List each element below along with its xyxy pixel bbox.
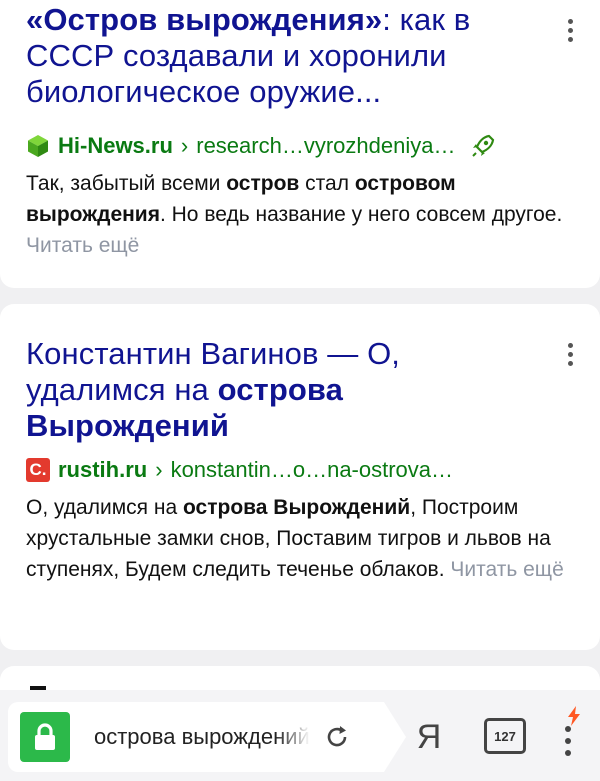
snippet-text: О, удалимся на	[26, 496, 183, 519]
snippet-text: Так, забытый всеми	[26, 172, 227, 195]
turbo-rocket-icon[interactable]	[469, 132, 497, 160]
browser-bottom-bar: острова вырождений Я 127	[0, 690, 600, 781]
result-1-site[interactable]: Hi-News.ru	[58, 133, 173, 159]
rustih-favicon-icon: C.	[26, 458, 50, 482]
tabs-count-button[interactable]: 127	[484, 718, 526, 754]
hi-news-favicon-icon	[28, 135, 48, 157]
result-2-path-sep: ›	[155, 457, 163, 482]
result-2-site[interactable]: rustih.ru	[58, 457, 147, 483]
snippet-text: стал	[299, 172, 355, 195]
result-2-snippet: О, удалимся на острова Вырождений, Постр…	[26, 492, 586, 585]
omnibox-query-text[interactable]: острова вырождений	[94, 724, 310, 750]
snippet-highlight: остров	[226, 172, 300, 195]
reload-icon[interactable]	[320, 720, 354, 754]
read-more-link[interactable]: Читать ещё	[450, 558, 563, 581]
result-2-source[interactable]: C. rustih.ru › konstantin…o…na-ostrova…	[26, 457, 556, 483]
result-1-more-icon[interactable]	[558, 14, 582, 46]
read-more-link[interactable]: Читать ещё	[26, 234, 139, 257]
result-title-1-bold[interactable]: «Остров вырождения»	[26, 2, 382, 37]
result-1-path-sep: ›	[180, 133, 189, 158]
result-2-path[interactable]: konstantin…o…na-ostrova…	[171, 457, 453, 483]
browser-menu-button[interactable]	[556, 706, 580, 762]
result-2-more-icon[interactable]	[558, 338, 582, 370]
result-title-1[interactable]: «Остров вырождения»: как в СССР создавал…	[26, 2, 526, 110]
result-1-source[interactable]: Hi-News.ru › research…vyrozhdeniya…	[26, 133, 556, 159]
result-1-snippet: Так, забытый всеми остров стал островом …	[26, 168, 586, 261]
snippet-highlight: острова Вырождений	[182, 496, 411, 519]
result-title-2-rest[interactable]: Константин Вагинов — О, удалимся на	[26, 336, 400, 407]
result-title-2[interactable]: Константин Вагинов — О, удалимся на остр…	[26, 336, 526, 444]
search-result-card-1: «Остров вырождения»: как в СССР создавал…	[0, 0, 600, 288]
search-result-card-2: Константин Вагинов — О, удалимся на остр…	[0, 304, 600, 650]
snippet-text: . Но ведь название у него совсем другое.	[159, 203, 563, 226]
secure-lock-icon[interactable]	[20, 712, 70, 762]
result-1-path[interactable]: research…vyrozhdeniya…	[196, 133, 455, 159]
lightning-icon	[568, 706, 580, 726]
omnibox[interactable]: острова вырождений	[8, 702, 406, 772]
yandex-button[interactable]: Я	[414, 717, 444, 757]
